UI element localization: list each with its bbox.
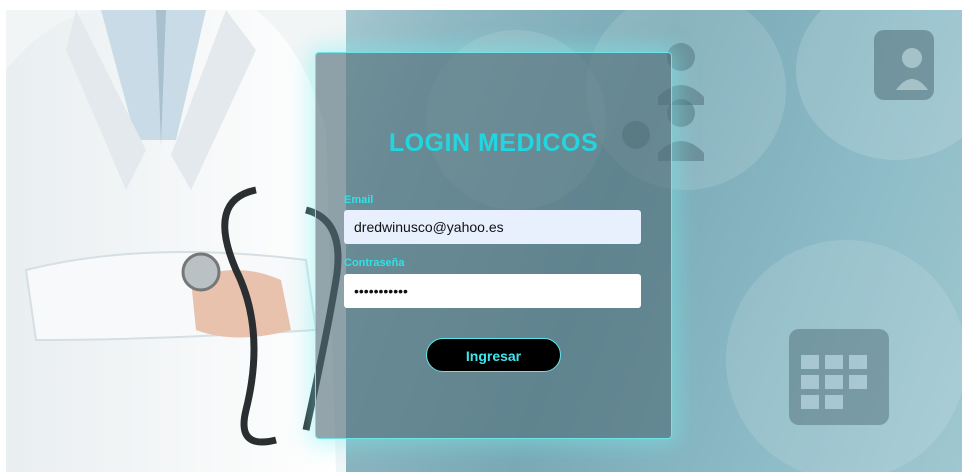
password-field[interactable] <box>344 274 641 308</box>
login-page: LOGIN MEDICOS Email Contraseña Ingresar <box>0 0 962 472</box>
login-card: LOGIN MEDICOS Email Contraseña Ingresar <box>315 52 672 439</box>
doctor-photo-image <box>6 10 346 472</box>
page-title: LOGIN MEDICOS <box>388 129 599 157</box>
calendar-icon <box>789 329 889 425</box>
email-label: Email <box>344 194 374 206</box>
password-label: Contraseña <box>344 257 405 269</box>
users-list-icon <box>874 30 934 100</box>
submit-button[interactable]: Ingresar <box>426 338 561 372</box>
email-field[interactable] <box>344 210 641 244</box>
